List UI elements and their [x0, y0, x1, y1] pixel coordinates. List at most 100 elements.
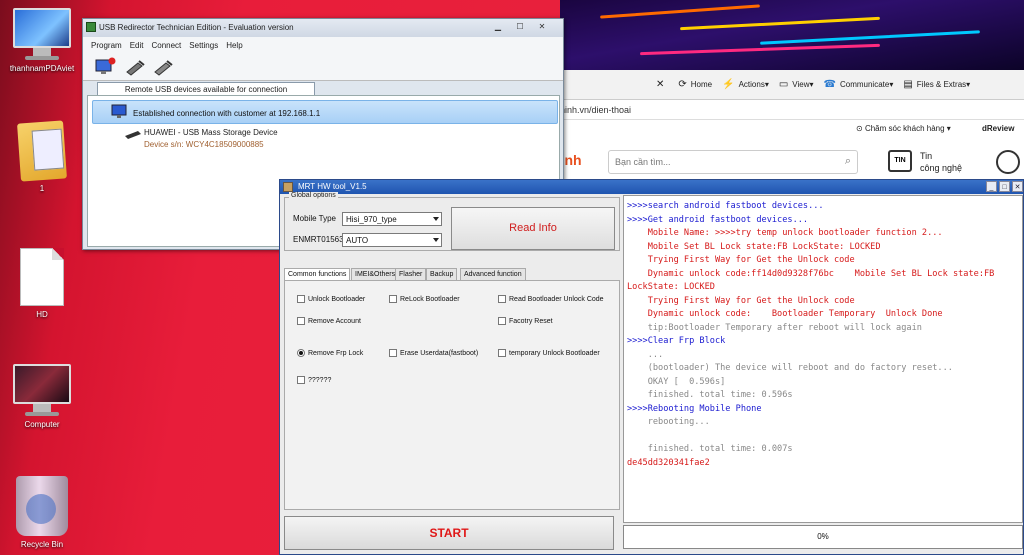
option-label: ReLock Bootloader [400, 295, 460, 303]
actions-button[interactable]: ⚡ Actions ▾ [722, 79, 769, 90]
close-tab-button[interactable]: ✕ [656, 79, 668, 90]
log-line: finished. total time: 0.007s [627, 444, 793, 454]
tab-flasher[interactable]: Flasher [395, 268, 427, 280]
disconnect-device-button[interactable] [151, 56, 175, 78]
remove-frp-lock-radio[interactable]: Remove Frp Lock [297, 349, 363, 357]
log-line: finished. total time: 0.596s [627, 390, 793, 400]
disconnect-button[interactable] [93, 56, 117, 78]
home-label: Home [690, 80, 713, 89]
device-name[interactable]: HUAWEI - USB Mass Storage Device [144, 128, 278, 137]
log-line: OKAY [ 0.596s] [627, 376, 726, 387]
maximize-button[interactable]: □ [999, 181, 1010, 192]
progress-text: 0% [817, 532, 829, 541]
usb-title-bar[interactable]: USB Redirector Technician Edition - Eval… [83, 19, 563, 37]
news-link[interactable]: Tin công nghệ [920, 150, 962, 174]
view-button[interactable]: ▭ View ▾ [779, 79, 814, 90]
log-line: >>>>search android fastboot devices... [627, 201, 824, 211]
support-link[interactable]: ⊙ Chăm sóc khách hàng ▾ [856, 124, 951, 133]
checkbox-box [498, 349, 506, 357]
log-output[interactable]: >>>>search android fastboot devices... >>… [623, 195, 1023, 523]
minimize-button[interactable]: ▁ [487, 21, 509, 33]
unknown-option-checkbox[interactable]: ?????? [297, 376, 331, 384]
address-bar[interactable]: hinh.vn/dien-thoai [560, 100, 1024, 120]
desktop-icon-hd[interactable]: HD [2, 248, 82, 319]
folder-icon [17, 120, 67, 182]
log-line: Dynamic unlock code: Bootloader Temporar… [627, 309, 943, 319]
home-button[interactable]: ⟳ Home [678, 79, 712, 90]
log-line: >>>>Rebooting Mobile Phone [627, 403, 762, 414]
close-icon: ✕ [656, 79, 665, 90]
remove-account-checkbox[interactable]: Remove Account [297, 317, 361, 325]
tab-remote-devices[interactable]: Remote USB devices available for connect… [97, 82, 315, 95]
desktop-icon-computer[interactable]: Computer [2, 364, 82, 429]
factory-reset-checkbox[interactable]: Facotry Reset [498, 317, 553, 325]
log-line: de45dd320341fae2 [627, 457, 710, 468]
enmrt-select[interactable]: AUTO [342, 233, 442, 247]
menu-program[interactable]: Program [91, 41, 122, 50]
chevron-down-icon: ▾ [809, 80, 814, 89]
review-link[interactable]: dReview [982, 124, 1014, 133]
desktop-icon-label: Recycle Bin [20, 540, 64, 549]
tab-imei-others[interactable]: IMEI&Others [351, 268, 400, 280]
read-bootloader-unlock-code-checkbox[interactable]: Read Bootloader Unlock Code [498, 295, 604, 303]
menu-help[interactable]: Help [226, 41, 242, 50]
tin-icon[interactable]: TIN [888, 150, 912, 172]
site-header: hinh Bạn cần tìm... ⌕ TIN Tin công nghệ [552, 142, 1024, 182]
phone-icon: ☎ [823, 79, 836, 90]
menu-connect[interactable]: Connect [151, 41, 181, 50]
option-label: temporary Unlock Bootloader [509, 349, 600, 357]
unlock-bootloader-checkbox[interactable]: Unlock Bootloader [297, 295, 365, 303]
close-button[interactable]: ✕ [1012, 181, 1023, 192]
chevron-down-icon: ▾ [889, 80, 894, 89]
mrt-title-bar[interactable]: MRT HW tool_V1.5 _ □ ✕ [280, 180, 1023, 194]
user-avatar-icon[interactable] [996, 150, 1020, 174]
option-label: Remove Account [308, 317, 361, 325]
desktop-icon-label: 1 [39, 184, 45, 193]
global-options-legend: Global options [289, 192, 338, 199]
lightning-icon: ⚡ [722, 79, 735, 90]
connection-row[interactable]: Established connection with customer at … [92, 100, 558, 124]
log-line: >>>>Get android fastboot devices... [627, 214, 809, 225]
tab-advanced-function[interactable]: Advanced function [460, 268, 526, 280]
usb-menu-bar: Program Edit Connect Settings Help [83, 37, 563, 53]
communicate-button[interactable]: ☎ Communicate ▾ [824, 79, 894, 90]
usb-tabbar: Remote USB devices available for connect… [83, 81, 563, 95]
chevron-down-icon: ▾ [966, 80, 971, 89]
desktop-icon-label: thanhnamPDAviet [9, 64, 75, 73]
read-info-button[interactable]: Read Info [451, 207, 615, 250]
files-button[interactable]: ▤ Files & Extras ▾ [903, 79, 970, 90]
erase-userdata-checkbox[interactable]: Erase Userdata(fastboot) [389, 349, 478, 357]
desktop-icon-folder[interactable]: 1 [2, 120, 82, 193]
log-line: Trying First Way for Get the Unlock code [627, 255, 855, 265]
desktop-icon-label: HD [36, 310, 48, 319]
usb-toolbar [83, 53, 563, 81]
option-label: ?????? [308, 376, 332, 384]
files-icon: ▤ [903, 79, 913, 90]
minimize-button[interactable]: _ [986, 181, 997, 192]
mobile-type-select[interactable]: Hisi_970_type [342, 212, 442, 226]
connect-device-button[interactable] [123, 56, 147, 78]
desktop-icon-recycle-bin[interactable]: Recycle Bin [2, 476, 82, 549]
close-button[interactable]: ✕ [531, 21, 553, 33]
news-line1: Tin [920, 151, 933, 161]
search-input[interactable]: Bạn cần tìm... ⌕ [608, 150, 858, 174]
mrt-tool-window: MRT HW tool_V1.5 _ □ ✕ Global options Mo… [279, 179, 1024, 555]
monitor-disconnect-icon [95, 57, 116, 74]
tab-backup[interactable]: Backup [426, 268, 458, 280]
log-line: tip:Bootloader Temporary after reboot wi… [627, 322, 922, 333]
mrt-window-title: MRT HW tool_V1.5 [298, 182, 367, 191]
relock-bootloader-checkbox[interactable]: ReLock Bootloader [389, 295, 460, 303]
start-button[interactable]: START [284, 516, 614, 550]
menu-settings[interactable]: Settings [189, 41, 218, 50]
log-line: Mobile Name: >>>>try temp unlock bootloa… [627, 228, 943, 238]
log-line: ... [627, 349, 664, 360]
device-serial: Device s/n: WCY4C18509000885 [144, 140, 264, 149]
desktop-icon-pda[interactable]: thanhnamPDAviet [2, 8, 82, 73]
search-icon[interactable]: ⌕ [845, 155, 851, 168]
mobile-type-label: Mobile Type [293, 214, 336, 223]
app-icon [86, 22, 96, 32]
menu-edit[interactable]: Edit [130, 41, 144, 50]
temporary-unlock-checkbox[interactable]: temporary Unlock Bootloader [498, 349, 600, 357]
maximize-button[interactable]: ☐ [509, 21, 531, 33]
